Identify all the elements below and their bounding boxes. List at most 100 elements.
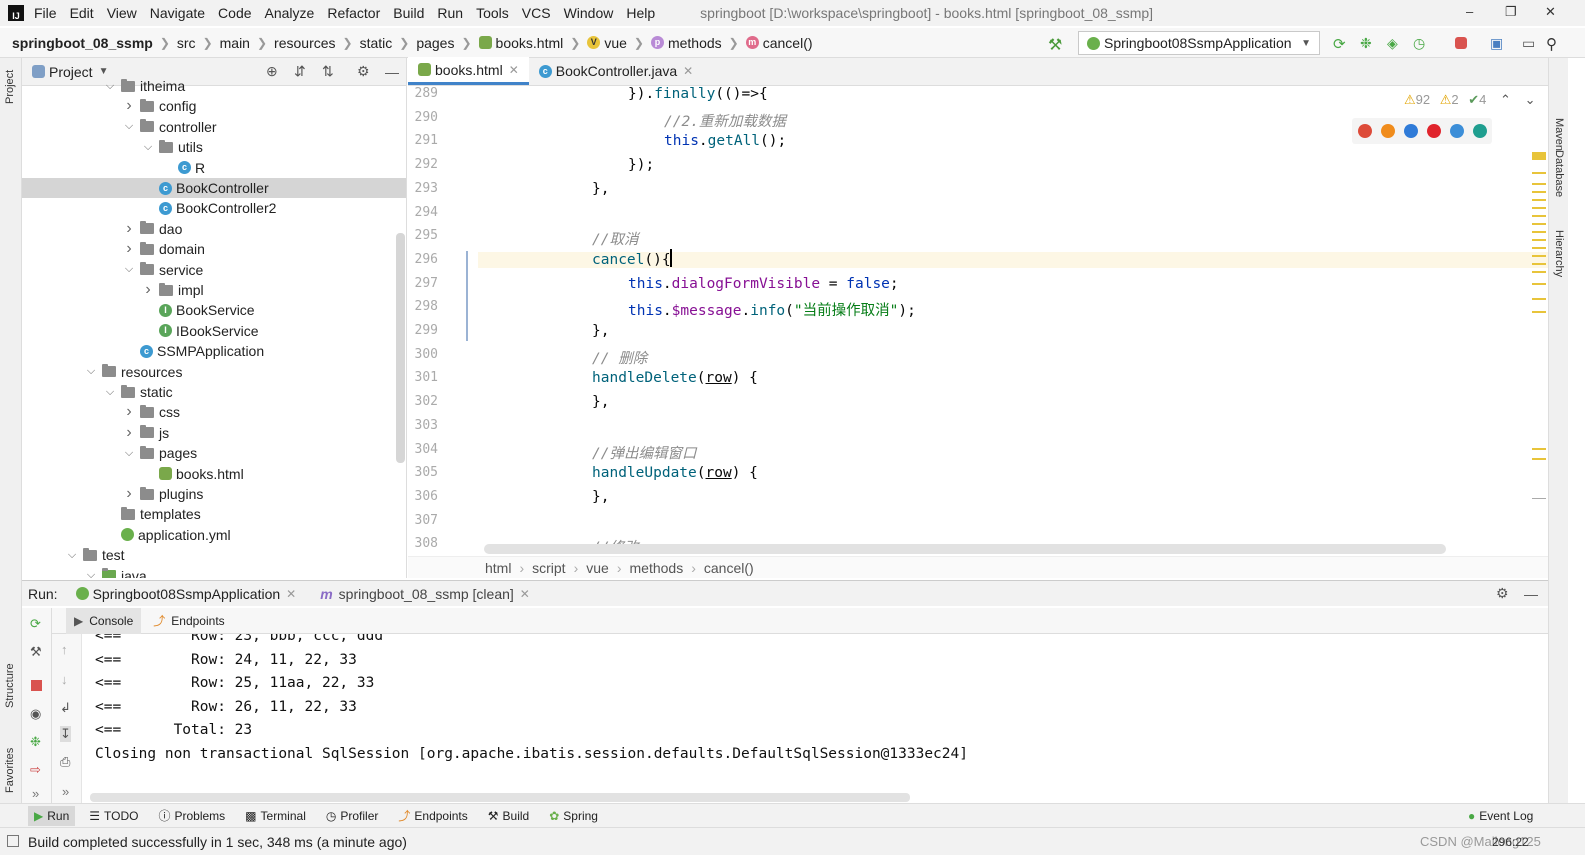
gear-icon[interactable]: ⚙ [1496,585,1509,602]
crumb-methods[interactable]: methods [668,35,722,51]
chevron-right-icon[interactable]: › [122,240,136,258]
tree-item[interactable]: I BookService [22,300,406,320]
exit-icon[interactable]: ⇨ [30,762,41,778]
chevron-down-icon[interactable]: ⌵ [122,263,136,276]
debug-icon[interactable]: ❉ [1360,35,1376,51]
menu-file[interactable]: File [34,5,57,21]
stop-icon[interactable] [1455,37,1467,49]
chevron-down-icon[interactable]: ⌵ [84,569,98,578]
status-message[interactable]: Build completed successfully in 1 sec, 3… [28,834,407,850]
run-configuration-select[interactable]: Springboot08SsmpApplication ▼ [1078,31,1320,55]
todo-tool-button[interactable]: ☰ TODO [89,809,138,823]
build-tool-button[interactable]: ⚒ Build [488,809,529,823]
tree-item[interactable]: ⌵ utils [22,137,406,157]
chevron-up-icon[interactable]: ⌃ [1500,92,1511,107]
tree-item[interactable]: ⌵ test [22,545,406,565]
chevron-down-icon[interactable]: ⌵ [103,386,117,399]
tree-item[interactable]: application.yml [22,525,406,545]
chevron-right-icon[interactable]: › [122,403,136,421]
presentation-icon[interactable]: ▭ [1522,35,1538,51]
tree-item[interactable]: ⌵ pages [22,443,406,463]
run-tab-maven-clean[interactable]: m springboot_08_ssmp [clean] ✕ [320,586,530,602]
menu-run[interactable]: Run [437,5,463,21]
project-scrollbar[interactable] [396,233,405,463]
chevron-right-icon[interactable]: › [122,97,136,115]
menu-vcs[interactable]: VCS [522,5,551,21]
crumb-html[interactable]: html [485,560,511,576]
console-output[interactable]: <== Row: 23, bbb, ccc, ddd <== Row: 24, 1… [82,634,1548,803]
debug-icon[interactable]: ❉ [30,734,41,750]
chevron-right-icon[interactable]: › [122,220,136,238]
code-editor[interactable]: 289 290 291 292 293 294 295 296 297 298 299 300 301 3… [408,86,1548,556]
editor-horizontal-scrollbar[interactable] [484,544,1446,554]
project-tool-label[interactable]: Project [4,70,16,104]
build-hammer-icon[interactable]: ⚒ [1048,35,1064,54]
coverage-icon[interactable]: ◈ [1387,35,1403,51]
chrome-icon[interactable] [1358,124,1372,138]
restore-icon[interactable]: ❐ [1505,4,1517,20]
menu-analyze[interactable]: Analyze [265,5,315,21]
tree-item[interactable]: c SSMPApplication [22,341,406,361]
tree-item[interactable]: ⌵ controller [22,117,406,137]
tree-item[interactable]: › css [22,402,406,422]
status-toggle-icon[interactable] [7,835,19,847]
endpoints-tool-button[interactable]: ⤴ Endpoints [398,807,467,824]
tab-books-html[interactable]: books.html ✕ [408,57,529,85]
endpoints-tab[interactable]: ⤴ Endpoints [153,612,224,629]
crumb-src[interactable]: src [177,35,196,51]
run-tool-button[interactable]: ▶ Run [28,805,76,826]
print-icon[interactable]: ⎙ [60,754,70,770]
tab-bookcontroller-java[interactable]: c BookController.java ✕ [529,57,703,85]
chevron-down-icon[interactable]: ⌵ [141,141,155,154]
menu-build[interactable]: Build [393,5,424,21]
problems-tool-button[interactable]: ⓘ Problems [158,807,225,824]
tree-item[interactable]: ⌵ itheima [22,76,406,96]
console-horizontal-scrollbar[interactable] [90,793,910,802]
crumb-books-html[interactable]: books.html [496,35,564,51]
project-structure-icon[interactable]: ▣ [1490,35,1506,51]
menu-navigate[interactable]: Navigate [150,5,205,21]
error-stripe[interactable] [1530,86,1548,556]
chevron-down-icon[interactable]: ⌵ [84,365,98,378]
tree-item[interactable]: c BookController2 [22,198,406,218]
menu-code[interactable]: Code [218,5,251,21]
edge-icon[interactable] [1473,124,1487,138]
menu-tools[interactable]: Tools [476,5,509,21]
safari-icon[interactable] [1404,124,1418,138]
crumb-static[interactable]: static [360,35,393,51]
favorites-tool-label[interactable]: Favorites [4,748,16,793]
crumb-main[interactable]: main [220,35,250,51]
tree-item[interactable]: templates [22,504,406,524]
crumb-vue[interactable]: vue [604,35,627,51]
close-tab-icon[interactable]: ✕ [683,64,693,78]
menu-view[interactable]: View [107,5,137,21]
spring-tool-button[interactable]: ✿ Spring [549,809,598,823]
tree-item[interactable]: › domain [22,239,406,259]
menu-refactor[interactable]: Refactor [327,5,380,21]
profiler-tool-button[interactable]: ◷ Profiler [326,809,379,823]
chevron-down-icon[interactable]: ⌵ [103,80,117,93]
firefox-icon[interactable] [1381,124,1395,138]
console-tab[interactable]: ▶ Console [66,607,142,634]
stop-icon[interactable] [31,680,42,691]
profile-icon[interactable]: ◷ [1413,35,1429,51]
more-icon[interactable]: » [62,784,69,799]
search-everywhere-icon[interactable]: ⚲ [1546,35,1562,53]
internet-explorer-icon[interactable] [1450,124,1464,138]
arrow-down-icon[interactable]: ↓ [61,672,68,687]
tree-item[interactable]: ⌵ static [22,382,406,402]
menu-edit[interactable]: Edit [70,5,94,21]
menu-window[interactable]: Window [564,5,614,21]
event-log-button[interactable]: ● Event Log [1468,809,1533,823]
minimize-icon[interactable]: – [1466,4,1473,19]
tree-item[interactable]: › plugins [22,484,406,504]
rerun-icon[interactable]: ⟳ [1333,35,1349,53]
crumb-script[interactable]: script [532,560,565,576]
maven-tool-label[interactable]: Maven [1553,118,1565,151]
tree-item[interactable]: I IBookService [22,321,406,341]
opera-icon[interactable] [1427,124,1441,138]
inspection-widget[interactable]: ⚠92 ⚠2 ✔4 ⌃ ⌄ [1404,92,1535,108]
structure-tool-label[interactable]: Structure [4,663,16,708]
tree-item[interactable]: ⌵ resources [22,362,406,382]
wrench-icon[interactable]: ⚒ [30,644,42,660]
